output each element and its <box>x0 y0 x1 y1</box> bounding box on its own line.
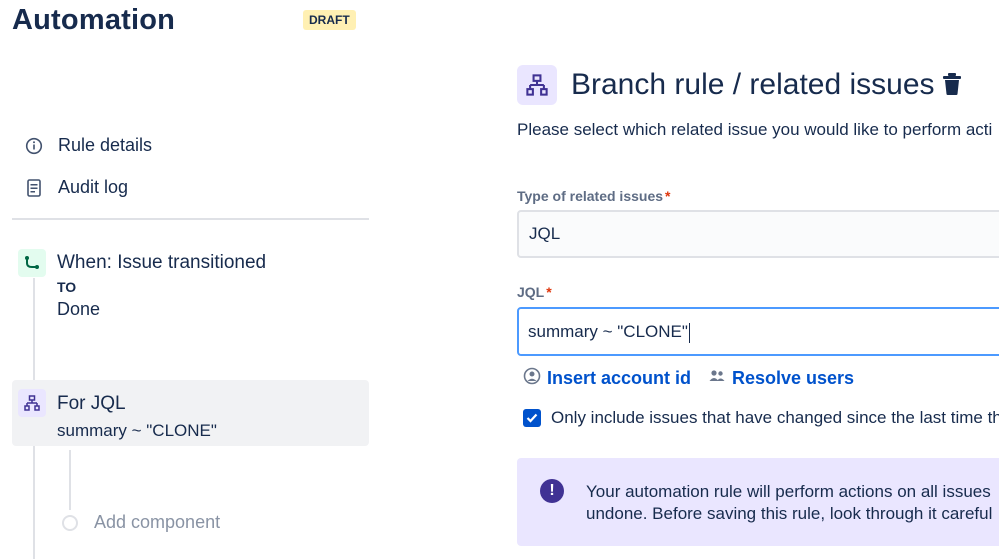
insert-account-id-link[interactable]: Insert account id <box>523 367 691 390</box>
page-title: Automation <box>12 4 176 36</box>
required-mark: * <box>546 284 552 300</box>
person-circle-icon <box>523 367 541 390</box>
branch-connector-line <box>69 450 71 510</box>
jql-input-value: summary ~ "CLONE" <box>528 322 688 341</box>
sidebar-item-label: Rule details <box>58 135 153 155</box>
resolve-users-link[interactable]: Resolve users <box>708 367 854 390</box>
required-mark: * <box>665 188 671 204</box>
type-select[interactable]: JQL <box>517 210 999 258</box>
checkbox-label[interactable]: Only include issues that have changed si… <box>551 408 999 428</box>
sidebar-divider <box>12 218 369 220</box>
trigger-to-label: TO <box>57 279 77 295</box>
document-icon <box>24 178 44 198</box>
branch-jql-value: summary ~ "CLONE" <box>57 421 217 440</box>
add-component-button[interactable]: Add component <box>94 512 220 533</box>
branch-hierarchy-icon <box>517 65 557 105</box>
jql-input[interactable]: summary ~ "CLONE" <box>517 307 999 356</box>
panel-description: Please select which related issue you wo… <box>517 120 993 139</box>
sidebar-item-audit-log[interactable]: Audit log <box>24 177 128 198</box>
sidebar-item-label: Audit log <box>58 177 129 197</box>
people-icon <box>708 367 726 390</box>
info-circle-icon <box>24 136 44 156</box>
type-field-label: Type of related issues * <box>517 188 671 204</box>
text-caret <box>688 322 690 343</box>
jql-field-label: JQL * <box>517 284 552 300</box>
add-component-dot[interactable] <box>62 515 78 531</box>
panel-title: Branch rule / related issues <box>571 68 935 101</box>
trigger-title[interactable]: When: Issue transitioned <box>57 252 266 274</box>
branch-hierarchy-icon <box>18 389 46 417</box>
trigger-to-value: Done <box>57 299 101 319</box>
exclamation-icon: ! <box>540 479 564 503</box>
transition-icon <box>18 249 46 277</box>
trash-icon[interactable] <box>941 72 963 96</box>
only-changed-issues-checkbox[interactable] <box>523 409 541 427</box>
sidebar-item-rule-details[interactable]: Rule details <box>24 135 152 156</box>
check-icon <box>526 413 538 423</box>
branch-title: For JQL <box>57 393 126 414</box>
draft-badge: DRAFT <box>303 10 356 30</box>
info-message: Your automation rule will perform action… <box>586 482 993 523</box>
